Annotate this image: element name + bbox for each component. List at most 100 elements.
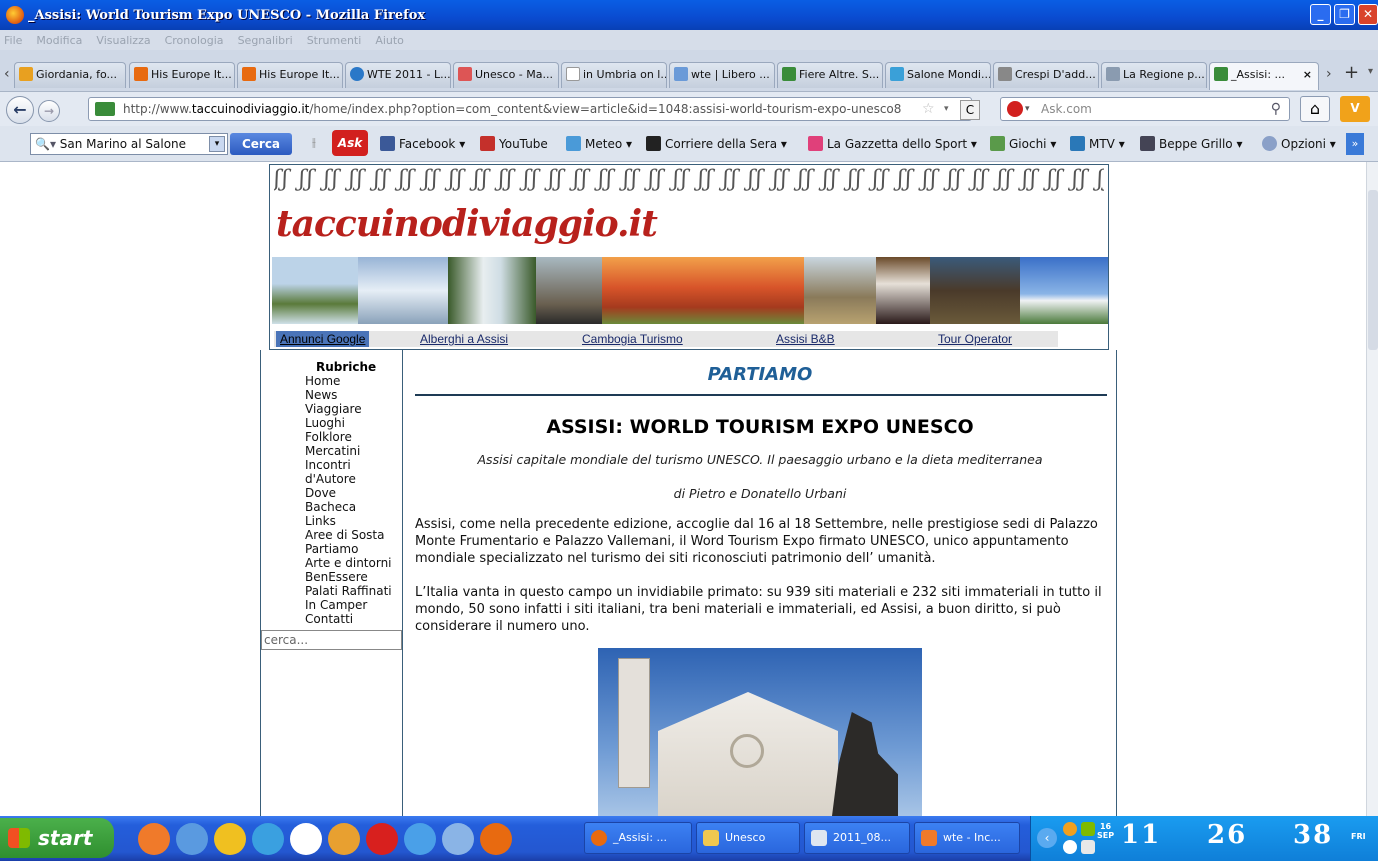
tab[interactable]: Giordania, fo... xyxy=(14,62,126,88)
bookmark-opzioni[interactable]: Opzioni ▾ xyxy=(1262,136,1336,151)
ad-link[interactable]: Alberghi a Assisi xyxy=(420,331,508,347)
sidebar-item[interactable]: Incontri xyxy=(305,458,392,472)
dropdown-icon[interactable]: ▾ xyxy=(944,104,949,114)
tab-scroll-right-icon[interactable]: › xyxy=(1326,66,1332,82)
close-button[interactable]: ✕ xyxy=(1358,4,1378,25)
panda-icon[interactable] xyxy=(290,823,322,855)
tab[interactable]: Fiere Altre. S... xyxy=(777,62,883,88)
tray-icon[interactable] xyxy=(1063,822,1077,836)
sidebar-item[interactable]: Contatti xyxy=(305,612,392,626)
tab[interactable]: Unesco - Ma... xyxy=(453,62,559,88)
close-tab-icon[interactable]: × xyxy=(1303,63,1312,87)
tab[interactable]: in Umbria on l... xyxy=(561,62,667,88)
app-icon[interactable] xyxy=(176,823,208,855)
tray-expand-icon[interactable]: ‹ xyxy=(1037,828,1057,848)
taskbar-item[interactable]: Unesco xyxy=(696,822,800,854)
site-identity-icon[interactable] xyxy=(95,102,115,116)
app-icon[interactable] xyxy=(214,823,246,855)
tab[interactable]: His Europe It... xyxy=(237,62,343,88)
tab[interactable]: WTE 2011 - L... xyxy=(345,62,451,88)
home-icon[interactable]: ⌂ xyxy=(1300,96,1330,122)
bookmark-gazzetta[interactable]: La Gazzetta dello Sport ▾ xyxy=(808,136,977,151)
ad-link[interactable]: Tour Operator xyxy=(938,331,1012,347)
overflow-chevron-icon[interactable]: » xyxy=(1346,133,1364,155)
bookmark-meteo[interactable]: Meteo ▾ xyxy=(566,136,632,151)
bookmark-corriere[interactable]: Corriere della Sera ▾ xyxy=(646,136,787,151)
menu-file[interactable]: File xyxy=(4,34,22,47)
back-button[interactable]: ← xyxy=(6,96,34,124)
media-player-icon[interactable] xyxy=(404,823,436,855)
opera-icon[interactable] xyxy=(366,823,398,855)
chrome-icon[interactable] xyxy=(328,823,360,855)
tab[interactable]: Crespi D'add... xyxy=(993,62,1099,88)
sidebar-item[interactable]: d'Autore xyxy=(305,472,392,486)
tab-scroll-left-icon[interactable]: ‹ xyxy=(4,66,10,82)
app-icon[interactable] xyxy=(442,823,474,855)
menu-strumenti[interactable]: Strumenti xyxy=(307,34,362,47)
menu-visualizza[interactable]: Visualizza xyxy=(96,34,150,47)
tab-active[interactable]: _Assisi: ... × xyxy=(1209,62,1319,90)
taskbar-item[interactable]: 2011_08... xyxy=(804,822,910,854)
start-button[interactable]: start xyxy=(0,818,114,858)
forward-button[interactable]: → xyxy=(38,100,60,122)
bookmark-giochi[interactable]: Giochi ▾ xyxy=(990,136,1056,151)
ad-link[interactable]: Cambogia Turismo xyxy=(582,331,683,347)
system-tray: ‹ 16 SEP 11 26 38 FRI xyxy=(1030,816,1378,861)
sidebar-item[interactable]: Bacheca xyxy=(305,500,392,514)
scrollbar-thumb[interactable] xyxy=(1368,190,1378,350)
tab[interactable]: wte | Libero ... xyxy=(669,62,775,88)
sidebar-item[interactable]: Luoghi xyxy=(305,416,392,430)
tray-icon[interactable] xyxy=(1063,840,1077,854)
ad-link[interactable]: Assisi B&B xyxy=(776,331,835,347)
mail-icon[interactable] xyxy=(138,823,170,855)
cerca-button[interactable]: Cerca xyxy=(230,133,292,155)
bookmark-facebook[interactable]: Facebook ▾ xyxy=(380,136,465,151)
tab-list-icon[interactable]: ▾ xyxy=(1368,66,1373,77)
sidebar-item[interactable]: Partiamo xyxy=(305,542,392,556)
search-icon[interactable]: ⚲ xyxy=(1271,98,1281,120)
tab[interactable]: His Europe It... xyxy=(129,62,235,88)
chevron-down-icon[interactable]: ▾ xyxy=(209,136,225,152)
search-input[interactable]: ▾ Ask.com ⚲ xyxy=(1000,97,1290,121)
sidebar-item[interactable]: Folklore xyxy=(305,430,392,444)
url-bar[interactable]: http://www.taccuinodiviaggio.it/home/ind… xyxy=(88,97,972,121)
sidebar-item[interactable]: Mercatini xyxy=(305,444,392,458)
bookmark-beppe-grillo[interactable]: Beppe Grillo ▾ xyxy=(1140,136,1242,151)
ask-button[interactable]: Ask xyxy=(332,130,368,156)
sidebar-item[interactable]: Links xyxy=(305,514,392,528)
sidebar-item[interactable]: BenEssere xyxy=(305,570,392,584)
toolbar-search-input[interactable]: 🔍▾ San Marino al Salone ▾ xyxy=(30,133,228,155)
bookmark-star-icon[interactable]: ☆ xyxy=(922,101,935,117)
network-icon[interactable] xyxy=(1081,840,1095,854)
reload-icon[interactable]: C xyxy=(960,100,980,120)
vertical-scrollbar[interactable] xyxy=(1366,162,1378,816)
tab[interactable]: Salone Mondi... xyxy=(885,62,991,88)
maximize-button[interactable]: ❐ xyxy=(1334,4,1355,25)
site-logo[interactable]: taccuinodiviaggio.it xyxy=(276,203,658,245)
firefox-icon[interactable] xyxy=(480,823,512,855)
site-search-input[interactable]: cerca... xyxy=(261,630,402,650)
bookmark-youtube[interactable]: YouTube xyxy=(480,136,548,151)
minimize-button[interactable]: _ xyxy=(1310,4,1331,25)
tab[interactable]: La Regione p... xyxy=(1101,62,1207,88)
sidebar-item[interactable]: In Camper xyxy=(305,598,392,612)
tray-icon[interactable] xyxy=(1081,822,1095,836)
sidebar-item[interactable]: Palati Raffinati xyxy=(305,584,392,598)
addon-icon[interactable]: V xyxy=(1340,96,1370,122)
new-tab-icon[interactable]: + xyxy=(1344,62,1359,83)
taskbar-item[interactable]: _Assisi: ... xyxy=(584,822,692,854)
menu-modifica[interactable]: Modifica xyxy=(36,34,82,47)
sidebar-item[interactable]: Viaggiare xyxy=(305,402,392,416)
sidebar-item[interactable]: Aree di Sosta xyxy=(305,528,392,542)
menu-aiuto[interactable]: Aiuto xyxy=(375,34,404,47)
sidebar-item[interactable]: Arte e dintorni xyxy=(305,556,392,570)
menu-segnalibri[interactable]: Segnalibri xyxy=(238,34,293,47)
bookmark-mtv[interactable]: MTV ▾ xyxy=(1070,136,1125,151)
menu-cronologia[interactable]: Cronologia xyxy=(165,34,224,47)
ad-label[interactable]: Annunci Google xyxy=(276,331,370,347)
taskbar-item[interactable]: wte - Inc... xyxy=(914,822,1020,854)
sidebar-item[interactable]: Home xyxy=(305,374,392,388)
sidebar-item[interactable]: Dove xyxy=(305,486,392,500)
app-icon[interactable] xyxy=(252,823,284,855)
sidebar-item[interactable]: News xyxy=(305,388,392,402)
